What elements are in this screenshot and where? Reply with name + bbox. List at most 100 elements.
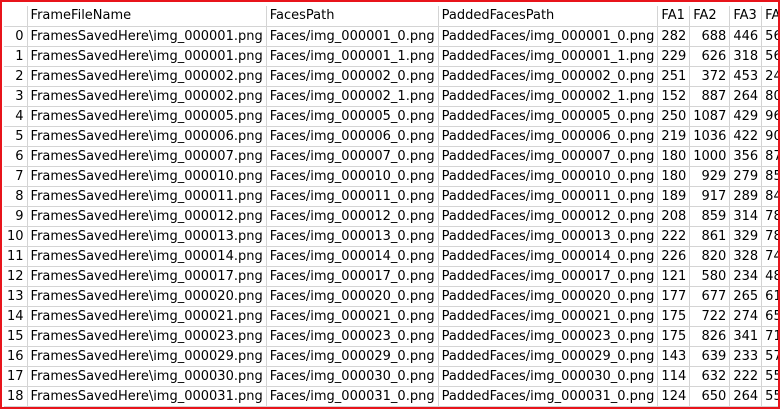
cell-frame-file-name[interactable]: FramesSavedHere\img_000010.png xyxy=(27,166,267,187)
cell-frame-file-name[interactable]: FramesSavedHere\img_000023.png xyxy=(27,326,267,347)
cell-fa1[interactable]: 226 xyxy=(657,246,691,267)
table-row[interactable]: 2 FramesSavedHere\img_000002.png Faces/img… xyxy=(4,66,778,87)
cell-fa1[interactable]: 208 xyxy=(657,206,691,227)
cell-faces-path[interactable]: Faces/img_000007_0.png xyxy=(266,146,439,167)
cell-fa4[interactable]: 240 xyxy=(761,66,778,87)
cell-fa2[interactable]: 929 xyxy=(689,166,731,187)
cell-fa2[interactable]: 1000 xyxy=(689,146,731,167)
cell-fa4[interactable]: 713 xyxy=(761,326,778,347)
header-cell-padded-faces-path[interactable]: PaddedFacesPath xyxy=(438,6,659,27)
cell-fa4[interactable]: 902 xyxy=(761,126,778,147)
cell-fa1[interactable]: 175 xyxy=(657,306,691,327)
cell-frame-file-name[interactable]: FramesSavedHere\img_000013.png xyxy=(27,226,267,247)
cell-faces-path[interactable]: Faces/img_000023_0.png xyxy=(266,326,439,347)
cell-padded-faces-path[interactable]: PaddedFaces/img_000014_0.png xyxy=(438,246,659,267)
cell-fa4[interactable]: 560 xyxy=(761,46,778,67)
cell-fa1[interactable]: 250 xyxy=(657,106,691,127)
cell-fa2[interactable]: 859 xyxy=(689,206,731,227)
cell-padded-faces-path[interactable]: PaddedFaces/img_000030_0.png xyxy=(438,366,659,387)
cell-fa2[interactable]: 688 xyxy=(689,26,731,47)
cell-fa1[interactable]: 229 xyxy=(657,46,691,67)
cell-padded-faces-path[interactable]: PaddedFaces/img_000006_0.png xyxy=(438,126,659,147)
cell-faces-path[interactable]: Faces/img_000005_0.png xyxy=(266,106,439,127)
table-row[interactable]: 4 FramesSavedHere\img_000005.png Faces/img… xyxy=(4,106,778,127)
cell-padded-faces-path[interactable]: PaddedFaces/img_000021_0.png xyxy=(438,306,659,327)
cell-index[interactable]: 13 xyxy=(4,286,28,307)
cell-fa3[interactable]: 264 xyxy=(729,386,763,407)
cell-faces-path[interactable]: Faces/img_000002_1.png xyxy=(266,86,439,107)
cell-fa2[interactable]: 887 xyxy=(689,86,731,107)
cell-fa3[interactable]: 341 xyxy=(729,326,763,347)
header-cell-faces-path[interactable]: FacesPath xyxy=(266,6,439,27)
cell-fa4[interactable]: 845 xyxy=(761,186,778,207)
cell-faces-path[interactable]: Faces/img_000011_0.png xyxy=(266,186,439,207)
cell-frame-file-name[interactable]: FramesSavedHere\img_000007.png xyxy=(27,146,267,167)
cell-fa2[interactable]: 626 xyxy=(689,46,731,67)
table-row[interactable]: 16 FramesSavedHere\img_000029.png Faces/im… xyxy=(4,346,778,367)
cell-frame-file-name[interactable]: FramesSavedHere\img_000002.png xyxy=(27,86,267,107)
cell-faces-path[interactable]: Faces/img_000013_0.png xyxy=(266,226,439,247)
cell-index[interactable]: 18 xyxy=(4,386,28,407)
cell-padded-faces-path[interactable]: PaddedFaces/img_000010_0.png xyxy=(438,166,659,187)
table-row[interactable]: 17 FramesSavedHere\img_000030.png Faces/im… xyxy=(4,366,778,387)
cell-index[interactable]: 17 xyxy=(4,366,28,387)
cell-frame-file-name[interactable]: FramesSavedHere\img_000020.png xyxy=(27,286,267,307)
cell-fa3[interactable]: 222 xyxy=(729,366,763,387)
cell-fa3[interactable]: 453 xyxy=(729,66,763,87)
header-cell-fa1[interactable]: FA1 xyxy=(657,6,691,27)
cell-index[interactable]: 2 xyxy=(4,66,28,87)
cell-index[interactable]: 1 xyxy=(4,46,28,67)
cell-fa3[interactable]: 422 xyxy=(729,126,763,147)
cell-faces-path[interactable]: Faces/img_000001_0.png xyxy=(266,26,439,47)
cell-faces-path[interactable]: Faces/img_000001_1.png xyxy=(266,46,439,67)
cell-fa1[interactable]: 180 xyxy=(657,146,691,167)
table-row[interactable]: 14 FramesSavedHere\img_000021.png Faces/im… xyxy=(4,306,778,327)
cell-frame-file-name[interactable]: FramesSavedHere\img_000006.png xyxy=(27,126,267,147)
cell-padded-faces-path[interactable]: PaddedFaces/img_000020_0.png xyxy=(438,286,659,307)
cell-index[interactable]: 11 xyxy=(4,246,28,267)
table-row[interactable]: 9 FramesSavedHere\img_000012.png Faces/img… xyxy=(4,206,778,227)
cell-padded-faces-path[interactable]: PaddedFaces/img_000001_0.png xyxy=(438,26,659,47)
cell-fa1[interactable]: 121 xyxy=(657,266,691,287)
cell-fa4[interactable]: 749 xyxy=(761,246,778,267)
cell-fa3[interactable]: 233 xyxy=(729,346,763,367)
cell-fa4[interactable]: 487 xyxy=(761,266,778,287)
table-row[interactable]: 7 FramesSavedHere\img_000010.png Faces/img… xyxy=(4,166,778,187)
cell-fa1[interactable]: 180 xyxy=(657,166,691,187)
cell-fa2[interactable]: 722 xyxy=(689,306,731,327)
cell-faces-path[interactable]: Faces/img_000002_0.png xyxy=(266,66,439,87)
cell-fa3[interactable]: 264 xyxy=(729,86,763,107)
cell-fa3[interactable]: 274 xyxy=(729,306,763,327)
cell-fa2[interactable]: 632 xyxy=(689,366,731,387)
cell-frame-file-name[interactable]: FramesSavedHere\img_000029.png xyxy=(27,346,267,367)
cell-fa1[interactable]: 143 xyxy=(657,346,691,367)
cell-index[interactable]: 14 xyxy=(4,306,28,327)
cell-frame-file-name[interactable]: FramesSavedHere\img_000012.png xyxy=(27,206,267,227)
cell-index[interactable]: 8 xyxy=(4,186,28,207)
cell-frame-file-name[interactable]: FramesSavedHere\img_000031.png xyxy=(27,386,267,407)
cell-fa2[interactable]: 1036 xyxy=(689,126,731,147)
cell-frame-file-name[interactable]: FramesSavedHere\img_000017.png xyxy=(27,266,267,287)
table-row[interactable]: 11 FramesSavedHere\img_000014.png Faces/im… xyxy=(4,246,778,267)
header-cell-frame-file-name[interactable]: FrameFileName xyxy=(27,6,267,27)
cell-fa2[interactable]: 372 xyxy=(689,66,731,87)
cell-frame-file-name[interactable]: FramesSavedHere\img_000002.png xyxy=(27,66,267,87)
cell-fa3[interactable]: 279 xyxy=(729,166,763,187)
cell-fa4[interactable]: 650 xyxy=(761,306,778,327)
table-row[interactable]: 10 FramesSavedHere\img_000013.png Faces/im… xyxy=(4,226,778,247)
cell-fa2[interactable]: 1087 xyxy=(689,106,731,127)
cell-fa4[interactable]: 805 xyxy=(761,86,778,107)
cell-fa1[interactable]: 152 xyxy=(657,86,691,107)
cell-faces-path[interactable]: Faces/img_000020_0.png xyxy=(266,286,439,307)
cell-fa3[interactable]: 289 xyxy=(729,186,763,207)
cell-frame-file-name[interactable]: FramesSavedHere\img_000021.png xyxy=(27,306,267,327)
cell-fa2[interactable]: 580 xyxy=(689,266,731,287)
cell-padded-faces-path[interactable]: PaddedFaces/img_000023_0.png xyxy=(438,326,659,347)
cell-fa3[interactable]: 234 xyxy=(729,266,763,287)
cell-padded-faces-path[interactable]: PaddedFaces/img_000002_1.png xyxy=(438,86,659,107)
cell-fa2[interactable]: 917 xyxy=(689,186,731,207)
cell-padded-faces-path[interactable]: PaddedFaces/img_000013_0.png xyxy=(438,226,659,247)
cell-fa1[interactable]: 282 xyxy=(657,26,691,47)
cell-fa4[interactable]: 569 xyxy=(761,26,778,47)
cell-fa3[interactable]: 356 xyxy=(729,146,763,167)
